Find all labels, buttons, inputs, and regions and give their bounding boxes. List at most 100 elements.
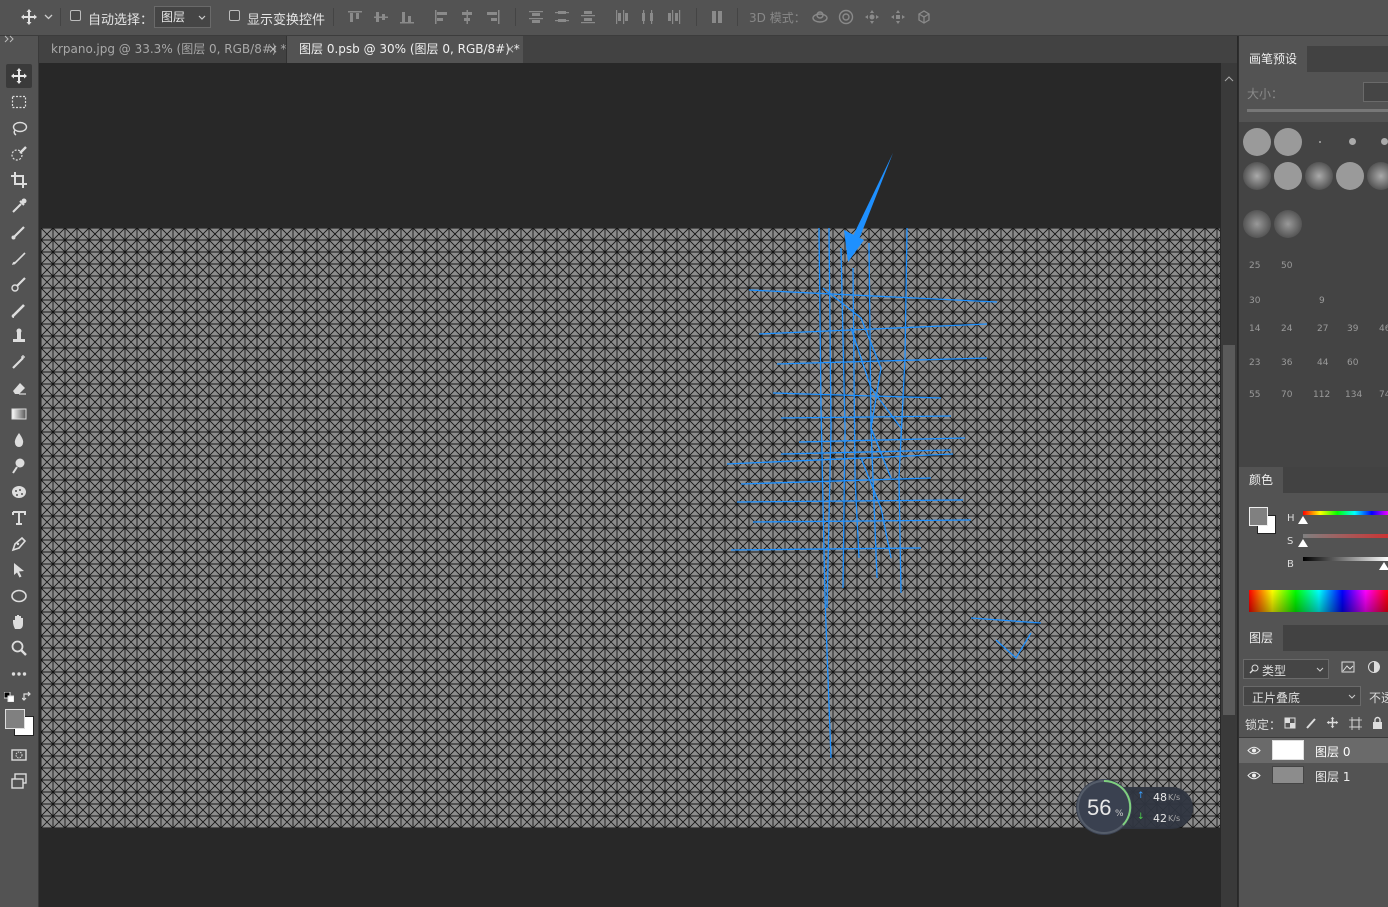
auto-select-dropdown[interactable]: 图层: [154, 6, 211, 28]
layer-row-1[interactable]: 图层 1: [1239, 763, 1388, 788]
distribute-bottom-icon[interactable]: [578, 6, 598, 28]
lasso-tool-icon[interactable]: [6, 116, 32, 140]
quick-select-tool-icon[interactable]: [6, 142, 32, 166]
distribute-left-icon[interactable]: [612, 6, 632, 28]
tab-label: 图层 0.psb @ 30% (图层 0, RGB/8#) *: [299, 42, 520, 56]
show-transform-checkbox[interactable]: [229, 10, 240, 21]
color-spectrum-ramp[interactable]: [1249, 590, 1388, 612]
color-fg-swatch[interactable]: [1249, 507, 1268, 526]
document-canvas[interactable]: [41, 228, 1220, 828]
brush-presets-tab[interactable]: 画笔预设: [1239, 46, 1308, 72]
pen-tool-icon[interactable]: [6, 532, 32, 556]
chevron-down-icon[interactable]: [42, 6, 54, 28]
distribute-top-icon[interactable]: [526, 6, 546, 28]
eraser-tool-icon[interactable]: [6, 376, 32, 400]
stamp-tool-icon[interactable]: [6, 324, 32, 348]
adjustment-layer-filter-icon[interactable]: [1367, 660, 1381, 677]
percent-sign: %: [1115, 809, 1124, 819]
chevron-down-icon: [198, 15, 206, 20]
saturation-slider[interactable]: [1303, 534, 1388, 538]
close-icon[interactable]: ×: [268, 36, 278, 63]
zoom-tool-icon[interactable]: [6, 636, 32, 660]
opacity-label: 不透: [1369, 691, 1388, 705]
tab-krpano[interactable]: krpano.jpg @ 33.3% (图层 0, RGB/8#) * ×: [39, 36, 287, 63]
vertical-scrollbar[interactable]: [1221, 63, 1237, 907]
lock-pixels-icon[interactable]: [1305, 717, 1317, 732]
clone-stamp-tool-icon[interactable]: [6, 272, 32, 296]
align-top-icon[interactable]: [345, 6, 365, 28]
triangle-mesh: [41, 228, 1220, 828]
brush-size-slider[interactable]: [1247, 109, 1388, 112]
3d-slide-icon[interactable]: [887, 6, 909, 28]
default-colors-icon[interactable]: [3, 691, 15, 705]
brightness-thumb-icon[interactable]: [1379, 562, 1388, 570]
align-left-icon[interactable]: [431, 6, 451, 28]
brush-tool-icon[interactable]: [6, 246, 32, 270]
pixel-layer-filter-icon[interactable]: [1341, 660, 1355, 677]
swap-colors-icon[interactable]: [21, 691, 33, 705]
distribute-right-icon[interactable]: [664, 6, 684, 28]
tab-layer0-psb[interactable]: 图层 0.psb @ 30% (图层 0, RGB/8#) * ×: [287, 36, 523, 63]
foreground-color-swatch[interactable]: [5, 709, 25, 729]
usage-percent: 56: [1087, 795, 1112, 820]
search-icon: [1249, 664, 1259, 674]
brush-size-input[interactable]: [1363, 82, 1388, 102]
hand-tool-icon[interactable]: [6, 610, 32, 634]
layer-name: 图层 1: [1315, 770, 1351, 784]
align-right-icon[interactable]: [483, 6, 503, 28]
eye-icon[interactable]: [1247, 746, 1261, 755]
align-bottom-icon[interactable]: [397, 6, 417, 28]
crop-tool-icon[interactable]: [6, 168, 32, 192]
quick-mask-icon[interactable]: [6, 743, 32, 767]
history-brush-tool-icon[interactable]: [6, 298, 32, 322]
network-speed-widget[interactable]: 56 % ↑ 48 K/s ↓ 42 K/s: [1075, 778, 1195, 836]
gradient-tool-icon[interactable]: [6, 402, 32, 426]
ellipse-tool-icon[interactable]: [6, 584, 32, 608]
brightness-label: B: [1287, 559, 1294, 570]
hue-slider[interactable]: [1303, 511, 1388, 515]
lock-position-icon[interactable]: [1326, 716, 1339, 732]
more-tools-icon[interactable]: [6, 662, 32, 686]
marquee-tool-icon[interactable]: [6, 90, 32, 114]
layer-row-0[interactable]: 图层 0: [1239, 738, 1388, 763]
hue-thumb-icon[interactable]: [1298, 516, 1308, 524]
close-icon[interactable]: ×: [505, 36, 515, 63]
collapse-icon[interactable]: [4, 35, 16, 46]
healing-brush-tool-icon[interactable]: [6, 220, 32, 244]
document-tab-bar: krpano.jpg @ 33.3% (图层 0, RGB/8#) * × 图层…: [39, 36, 1237, 63]
lock-artboard-icon[interactable]: [1349, 717, 1362, 733]
3d-scale-icon[interactable]: [913, 6, 935, 28]
eye-icon[interactable]: [1247, 771, 1261, 780]
layer-filter-dropdown[interactable]: 类型: [1243, 659, 1329, 679]
eyedropper-tool-icon[interactable]: [6, 194, 32, 218]
blend-mode-dropdown[interactable]: 正片叠底: [1243, 686, 1361, 706]
auto-select-checkbox[interactable]: [70, 10, 81, 21]
layers-tab[interactable]: 图层: [1239, 625, 1284, 651]
path-selection-tool-icon[interactable]: [6, 558, 32, 582]
art-history-brush-icon[interactable]: [6, 350, 32, 374]
3d-orbit-icon[interactable]: [809, 6, 831, 28]
3d-pan-icon[interactable]: [861, 6, 883, 28]
saturation-thumb-icon[interactable]: [1298, 539, 1308, 547]
scroll-thumb[interactable]: [1223, 345, 1235, 715]
sponge-tool-icon[interactable]: [6, 480, 32, 504]
blur-tool-icon[interactable]: [6, 428, 32, 452]
screen-mode-icon[interactable]: [6, 769, 32, 793]
lock-all-icon[interactable]: [1372, 716, 1383, 732]
lock-transparency-icon[interactable]: [1284, 717, 1296, 732]
move-tool-preset-icon[interactable]: [18, 6, 40, 28]
dodge-tool-icon[interactable]: [6, 454, 32, 478]
distribute-vcenter-icon[interactable]: [552, 6, 572, 28]
type-tool-icon[interactable]: [6, 506, 32, 530]
scroll-up-icon[interactable]: [1224, 71, 1234, 82]
auto-align-icon[interactable]: [707, 6, 727, 28]
brush-preset-grid[interactable]: 25 50 9 30 14 24 27 39 46 23 36 44 60 55…: [1239, 122, 1388, 467]
distribute-hcenter-icon[interactable]: [638, 6, 658, 28]
move-tool-icon[interactable]: [6, 64, 32, 88]
align-vcenter-icon[interactable]: [371, 6, 391, 28]
brightness-slider[interactable]: [1303, 557, 1388, 561]
align-hcenter-icon[interactable]: [457, 6, 477, 28]
right-panel-dock: 画笔预设 大小： 25 50 9 30 14 24 27 39 46 23 36…: [1238, 36, 1388, 907]
color-tab[interactable]: 颜色: [1239, 467, 1284, 493]
3d-roll-icon[interactable]: [835, 6, 857, 28]
